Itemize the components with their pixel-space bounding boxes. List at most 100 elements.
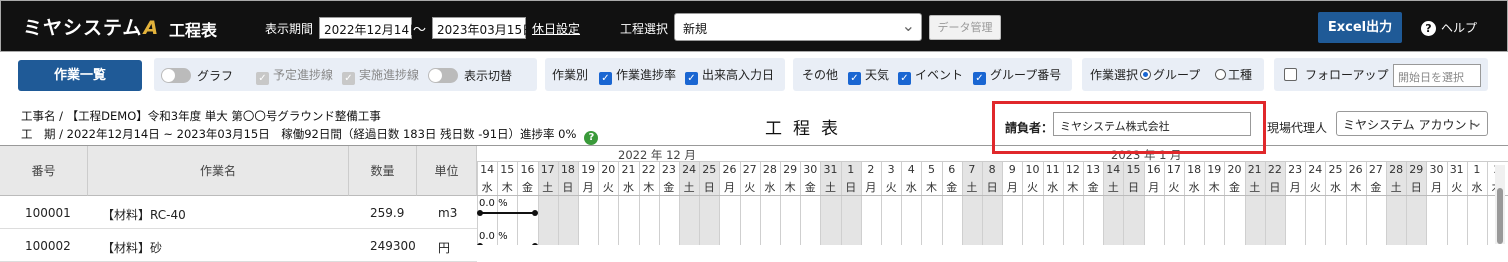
calendar-header-bottom [477,195,1508,196]
weekday: 土 [966,181,978,194]
day-number: 21 [621,163,636,176]
weekday: 土 [683,181,695,194]
group-radio[interactable]: グループ [1140,68,1200,82]
weekday: 土 [542,181,554,194]
weekday: 水 [1188,181,1200,194]
radio-icon [1140,69,1151,80]
weekday: 金 [521,181,533,194]
day-number: 27 [1368,163,1383,176]
excel-export-button[interactable]: Excel出力 [1318,12,1402,43]
graph-toggle[interactable]: グラフ [161,68,233,83]
weekday: 水 [1047,181,1059,194]
actual-line-checkbox[interactable]: ✓ 実施進捗線 [342,68,419,85]
weekday: 土 [1107,181,1119,194]
period-label: 表示期間 [265,22,314,36]
weekday: 金 [946,181,958,194]
checkbox-icon: ✓ [898,72,911,85]
day-number: 17 [540,163,555,176]
app-logo: ミヤシステムA [23,17,160,39]
weekday: 日 [986,181,998,194]
calendar-header-divider [477,161,1508,162]
day-number: 31 [1449,163,1464,176]
day-number: 15 [1126,163,1141,176]
help-link[interactable]: ? ヘルプ [1421,19,1477,36]
day-number: 10 [1025,163,1040,176]
weekday: 金 [804,181,816,194]
day-number: 30 [803,163,818,176]
start-date-input[interactable]: 開始日を選択 [1393,64,1481,87]
kosu-radio[interactable]: 工種 [1215,68,1252,82]
weekday: 水 [622,181,634,194]
table-row[interactable]: 100002 【材料】砂 249300 円 [0,230,477,262]
weekday: 日 [1269,181,1281,194]
weekday: 木 [1350,181,1362,194]
weekday: 日 [562,181,574,194]
table-row[interactable]: 100001 【材料】RC-40 259.9 m3 [0,197,477,229]
weekday: 金 [1370,181,1382,194]
weekday: 水 [481,181,493,194]
day-number: 19 [1207,163,1222,176]
row-number: 100001 [25,206,71,220]
help-circle-icon[interactable]: ? [584,131,599,145]
header-quantity: 数量 [349,146,417,196]
weekday: 木 [784,181,796,194]
progress-label: 0.0 % [479,198,508,209]
weekday: 火 [744,181,756,194]
checkbox-icon [1284,68,1297,81]
weekday: 土 [1390,181,1402,194]
day-number: 24 [1308,163,1323,176]
schedule-select[interactable]: 新規 ⌄ [674,13,922,41]
event-checkbox[interactable]: ✓ イベント [898,68,963,85]
weekday: 火 [602,181,614,194]
day-number: 20 [1227,163,1242,176]
checkbox-icon: ✓ [599,72,612,85]
header-unit: 単位 [417,146,477,196]
schedule-grid: 番号 作業名 数量 単位 100001 【材料】RC-40 259.9 m3 1… [0,145,1508,262]
day-number: 9 [1008,163,1016,176]
display-toggle[interactable]: 表示切替 [428,68,512,83]
day-number: 17 [1166,163,1181,176]
by-work-label: 作業別 [552,68,589,82]
scrollbar-thumb[interactable] [1497,188,1503,244]
header-number: 番号 [0,146,88,196]
weekday: 火 [1309,181,1321,194]
work-progress-checkbox[interactable]: ✓ 作業進捗率 [599,68,676,85]
output-input-date-checkbox[interactable]: ✓ 出来高入力日 [685,68,774,85]
gantt-bar[interactable] [480,212,535,214]
day-number: 6 [948,163,956,176]
weather-checkbox[interactable]: ✓ 天気 [848,68,889,85]
progress-label: 0.0 % [479,231,508,242]
group-number-checkbox[interactable]: ✓ グループ番号 [973,68,1061,85]
period-end-input[interactable]: 2023年03月15日 [432,17,534,39]
day-number: 11 [1045,163,1060,176]
row-quantity: 249300 [370,239,416,253]
day-number: 28 [1389,163,1404,176]
chevron-down-icon: ⌄ [1470,113,1483,131]
day-number: 31 [823,163,838,176]
follow-up-checkbox[interactable]: フォローアップ [1284,68,1389,82]
weekday: 火 [1168,181,1180,194]
weekday: 月 [1289,181,1301,194]
gantt-bar-end [477,210,483,216]
day-number: 16 [1146,163,1161,176]
weekday: 火 [1451,181,1463,194]
row-quantity: 259.9 [370,206,405,220]
planned-line-checkbox[interactable]: ✓ 予定進捗線 [256,68,333,85]
day-number: 22 [641,163,656,176]
project-period: 工 期 / 2022年12月14日 ~ 2023年03月15日 稼働92日間（経… [21,126,599,145]
weekday: 木 [643,181,655,194]
weekday: 水 [1329,181,1341,194]
row-work-name: 【材料】RC-40 [102,208,186,222]
site-rep-select[interactable]: ミヤシステム アカウント ⌄ [1336,111,1488,136]
day-number: 22 [1267,163,1282,176]
weekday: 月 [582,181,594,194]
day-number: 16 [520,163,535,176]
weekday: 月 [865,181,877,194]
period-start-input[interactable]: 2022年12月14日 [319,17,421,39]
checkbox-icon: ✓ [973,72,986,85]
data-management-button[interactable]: データ管理 [929,15,1001,40]
weekday: 月 [1430,181,1442,194]
day-number: 29 [783,163,798,176]
holiday-settings-link[interactable]: 休日設定 [532,20,580,37]
work-list-button[interactable]: 作業一覧 [18,60,142,91]
